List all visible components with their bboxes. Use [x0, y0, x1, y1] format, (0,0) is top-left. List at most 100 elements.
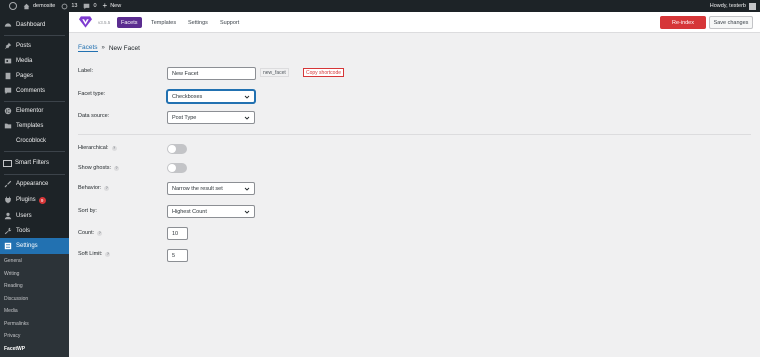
- sidebar-item-label: Pages: [16, 73, 34, 79]
- sidebar-item-settings[interactable]: Settings: [0, 238, 69, 254]
- sidebar-item-dashboard[interactable]: Dashboard: [0, 17, 69, 33]
- behavior-select[interactable]: Narrow the result set: [167, 182, 255, 195]
- plugins-update-badge: 9: [38, 196, 46, 204]
- chevron-down-icon: [244, 116, 250, 120]
- toggle-knob: [168, 164, 176, 172]
- wordpress-logo-button[interactable]: [6, 0, 17, 12]
- sidebar-item-label: Dashboard: [16, 22, 46, 28]
- sidebar-item-label: Plugins: [16, 197, 36, 203]
- sidebar-item-smart-filters[interactable]: Smart Filters: [0, 155, 69, 171]
- settings-icon: [4, 242, 12, 250]
- sort-by-select[interactable]: Highest Count: [167, 205, 255, 218]
- version-label: v3.5.5: [98, 20, 111, 25]
- breadcrumb: Facets » New Facet: [78, 44, 140, 52]
- sidebar-item-pages[interactable]: Pages: [0, 68, 69, 84]
- sidebar-item-crocoblock[interactable]: Crocoblock: [0, 133, 69, 149]
- admin-bar: demosite 13 0 + New Howdy, testerb: [0, 0, 760, 12]
- hierarchical-label-text: Hierarchical:: [78, 145, 109, 151]
- save-changes-button[interactable]: Save changes: [709, 16, 753, 29]
- sidebar-item-templates[interactable]: Templates: [0, 118, 69, 134]
- avatar: [749, 2, 756, 10]
- submenu-item-permalinks[interactable]: Permalinks: [4, 321, 29, 327]
- wrench-icon: [4, 227, 12, 235]
- show-ghosts-toggle[interactable]: [167, 163, 187, 173]
- data-source-select[interactable]: Post Type: [167, 111, 255, 124]
- sort-by-label: Sort by:: [78, 208, 97, 214]
- sidebar-item-label: Elementor: [16, 108, 44, 114]
- chevron-down-icon: [244, 95, 250, 99]
- submenu-item-privacy[interactable]: Privacy: [4, 333, 20, 339]
- label-input[interactable]: New Facet: [167, 67, 256, 80]
- copy-shortcode-button[interactable]: Copy shortcode: [303, 68, 345, 77]
- sidebar-item-posts[interactable]: Posts: [0, 38, 69, 54]
- soft-limit-value: 5: [172, 252, 176, 259]
- sidebar-item-appearance[interactable]: Appearance: [0, 176, 69, 192]
- sidebar-item-plugins[interactable]: Plugins 9: [0, 192, 69, 208]
- behavior-label-text: Behavior:: [78, 185, 102, 191]
- submenu-item-writing[interactable]: Writing: [4, 271, 19, 277]
- help-icon[interactable]: ?: [104, 185, 110, 191]
- facet-type-select[interactable]: Checkboxes: [167, 90, 255, 103]
- data-source-value: Post Type: [172, 114, 197, 121]
- tab-templates[interactable]: Templates: [147, 17, 180, 28]
- submenu-item-media[interactable]: Media: [4, 308, 18, 314]
- help-icon[interactable]: ?: [97, 230, 103, 236]
- sidebar-item-tools[interactable]: Tools: [0, 223, 69, 239]
- sidebar-item-comments[interactable]: Comments: [0, 83, 69, 99]
- my-account-link[interactable]: Howdy, testerb: [710, 2, 756, 10]
- sidebar-item-label: Appearance: [16, 181, 49, 187]
- submenu-item-reading[interactable]: Reading: [4, 283, 23, 289]
- hierarchical-toggle[interactable]: [167, 144, 187, 154]
- site-name-label: demosite: [33, 3, 56, 9]
- hierarchical-label: Hierarchical: ?: [78, 145, 117, 151]
- wordpress-icon: [9, 2, 17, 10]
- help-icon[interactable]: ?: [114, 165, 120, 171]
- media-icon: [4, 58, 12, 64]
- submenu-item-discussion[interactable]: Discussion: [4, 296, 28, 302]
- help-icon[interactable]: ?: [111, 145, 117, 151]
- show-ghosts-label-text: Show ghosts:: [78, 165, 112, 171]
- submenu-item-general[interactable]: General: [4, 258, 22, 264]
- behavior-value: Narrow the result set: [172, 185, 223, 192]
- new-label: New: [110, 3, 122, 9]
- sidebar-item-label: Smart Filters: [15, 160, 50, 166]
- chevron-down-icon: [244, 210, 250, 214]
- sidebar-item-elementor[interactable]: Elementor: [0, 103, 69, 119]
- sidebar-item-media[interactable]: Media: [0, 53, 69, 69]
- sidebar-item-label: Templates: [16, 123, 44, 129]
- reindex-button[interactable]: Re-index: [660, 16, 706, 29]
- submenu-item-facetwp[interactable]: FacetWP: [4, 346, 25, 352]
- count-label-text: Count:: [78, 230, 95, 236]
- site-name-link[interactable]: demosite: [23, 0, 55, 12]
- soft-limit-input[interactable]: 5: [167, 249, 188, 262]
- sidebar-separator: [4, 101, 65, 102]
- tab-settings[interactable]: Settings: [184, 17, 212, 28]
- sidebar-item-label: Comments: [16, 88, 46, 94]
- pages-icon: [5, 72, 11, 80]
- updates-link[interactable]: 13: [61, 0, 77, 12]
- count-label: Count: ?: [78, 230, 103, 236]
- breadcrumb-facets-link[interactable]: Facets: [78, 44, 98, 52]
- new-content-link[interactable]: + New: [103, 0, 122, 12]
- breadcrumb-separator: »: [101, 45, 105, 51]
- sidebar-item-users[interactable]: Users: [0, 208, 69, 224]
- section-divider: [78, 134, 751, 135]
- updates-count: 13: [71, 3, 78, 9]
- count-value: 10: [172, 230, 179, 237]
- sidebar-item-label: Crocoblock: [16, 138, 47, 144]
- count-input[interactable]: 10: [167, 227, 188, 240]
- tab-facets[interactable]: Facets: [117, 17, 142, 28]
- sidebar-item-label: Settings: [16, 243, 38, 249]
- tab-support[interactable]: Support: [216, 17, 243, 28]
- facetwp-logo-icon: [79, 16, 92, 28]
- elementor-icon: [4, 107, 12, 115]
- dashboard-icon: [4, 23, 12, 27]
- chevron-down-icon: [244, 187, 250, 191]
- sidebar-item-label: Users: [16, 213, 32, 219]
- folder-icon: [4, 123, 12, 129]
- help-icon[interactable]: ?: [105, 251, 111, 257]
- comment-bubble-icon: [84, 3, 90, 9]
- label-input-value: New Facet: [172, 70, 199, 77]
- comments-link[interactable]: 0: [83, 0, 97, 12]
- show-ghosts-label: Show ghosts: ?: [78, 165, 120, 171]
